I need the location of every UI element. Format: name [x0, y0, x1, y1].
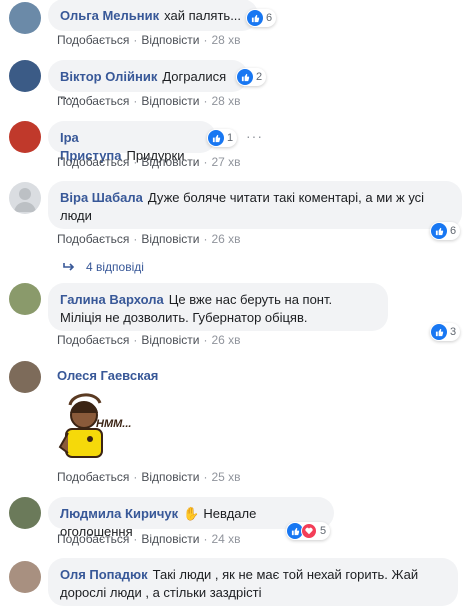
heart-icon [301, 523, 317, 539]
default-avatar-icon [14, 188, 36, 212]
comment-author[interactable]: Олеся Гаевская [57, 368, 158, 383]
comment-author[interactable]: Ольга Мельник [60, 8, 159, 23]
timestamp[interactable]: 27 хв [211, 155, 240, 169]
reply-arrow-icon [63, 263, 75, 271]
avatar[interactable] [9, 497, 41, 529]
comment-actions: Подобається · Відповісти · 27 хв [57, 155, 241, 169]
reply-link[interactable]: Відповісти [141, 33, 199, 47]
comment-author[interactable]: Людмила Киричук [60, 506, 178, 521]
more-options-icon[interactable]: ··· [246, 128, 263, 144]
timestamp[interactable]: 28 хв [211, 33, 240, 47]
timestamp[interactable]: 28 хв [211, 94, 240, 108]
like-icon [208, 130, 224, 146]
reply-link[interactable]: Відповісти [141, 532, 199, 546]
like-icon [431, 324, 447, 340]
comment-actions: Подобається · Відповісти · 26 хв [57, 333, 241, 347]
avatar[interactable] [9, 182, 41, 214]
comment-bubble: Віктор Олійник Догралися ..... [48, 60, 248, 102]
comment-author[interactable]: Оля Попадюк [60, 567, 148, 582]
timestamp[interactable]: 24 хв [211, 532, 240, 546]
like-link[interactable]: Подобається [57, 94, 129, 108]
comment-bubble: Іра Приступа Придурки [48, 121, 216, 163]
avatar[interactable] [9, 121, 41, 153]
like-icon [237, 69, 253, 85]
comment-actions: Подобається · Відповісти · 28 хв [57, 94, 241, 108]
comment-bubble: Віра Шабала Дуже боляче читати такі комен… [48, 181, 462, 229]
reply-link[interactable]: Відповісти [141, 94, 199, 108]
like-link[interactable]: Подобається [57, 33, 129, 47]
like-link[interactable]: Подобається [57, 232, 129, 246]
like-icon [431, 223, 447, 239]
sticker: HMM... [48, 385, 132, 465]
timestamp[interactable]: 26 хв [211, 333, 240, 347]
comment-text: хай палять... [164, 8, 242, 23]
reply-link[interactable]: Відповісти [141, 333, 199, 347]
reply-link[interactable]: Відповісти [141, 470, 199, 484]
wave-icon: ✋ [183, 506, 200, 521]
avatar[interactable] [9, 283, 41, 315]
avatar[interactable] [9, 561, 41, 593]
comment-author[interactable]: Галина Вархола [60, 292, 164, 307]
comment-bubble: Ольга Мельник хай палять... [48, 0, 258, 31]
like-icon [247, 10, 263, 26]
reaction-count[interactable]: 2 [236, 68, 267, 86]
reply-link[interactable]: Відповісти [141, 232, 199, 246]
reaction-count[interactable]: 5 [286, 522, 331, 540]
timestamp[interactable]: 25 хв [211, 470, 240, 484]
like-link[interactable]: Подобається [57, 155, 129, 169]
reaction-count[interactable]: 1 [207, 129, 238, 147]
like-link[interactable]: Подобається [57, 532, 129, 546]
timestamp[interactable]: 26 хв [211, 232, 240, 246]
avatar[interactable] [9, 60, 41, 92]
comment-bubble: Галина Вархола Це вже нас беруть на понт.… [48, 283, 388, 331]
comment-actions: Подобається · Відповісти · 25 хв [57, 470, 241, 484]
svg-text:HMM...: HMM... [96, 418, 131, 430]
hmm-sticker-icon: HMM... [58, 393, 131, 458]
reaction-count[interactable]: 6 [246, 9, 277, 27]
comment-bubble: Оля Попадюк Такі люди , як не має той нех… [48, 558, 458, 606]
like-link[interactable]: Подобається [57, 470, 129, 484]
reaction-count[interactable]: 3 [430, 323, 461, 341]
reply-link[interactable]: Відповісти [141, 155, 199, 169]
like-link[interactable]: Подобається [57, 333, 129, 347]
reaction-count[interactable]: 6 [430, 222, 461, 240]
comment-author[interactable]: Віра Шабала [60, 190, 143, 205]
comment-author[interactable]: Віктор Олійник [60, 69, 157, 84]
avatar[interactable] [9, 2, 41, 34]
comment-actions: Подобається · Відповісти · 26 хв [57, 232, 241, 246]
comment-actions: Подобається · Відповісти · 24 хв [57, 532, 241, 546]
view-replies-link[interactable]: 4 відповіді [62, 260, 144, 274]
avatar[interactable] [9, 361, 41, 393]
comment-actions: Подобається · Відповісти · 28 хв [57, 33, 241, 47]
